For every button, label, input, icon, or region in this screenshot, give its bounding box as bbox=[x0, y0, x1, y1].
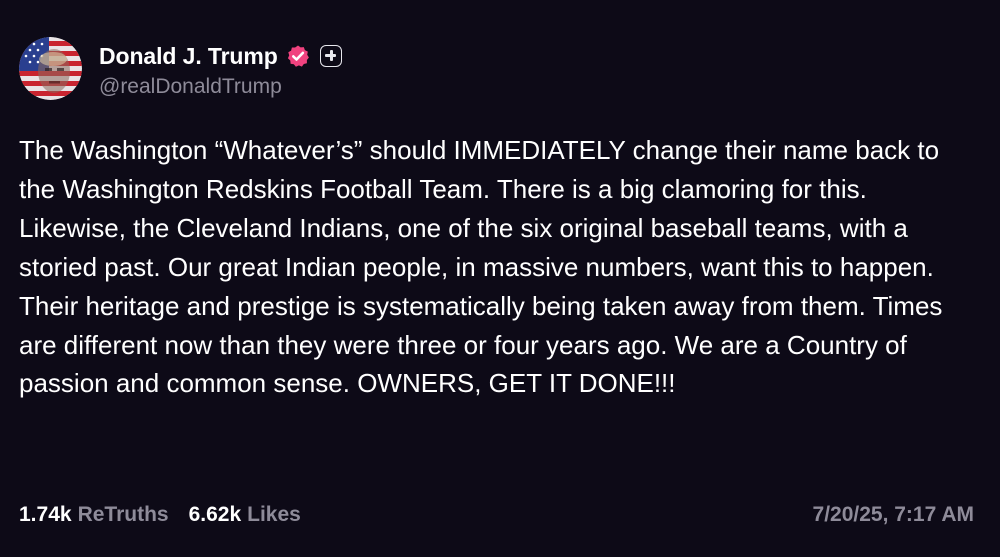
author-display-name[interactable]: Donald J. Trump bbox=[99, 43, 278, 70]
post-body-text: The Washington “Whatever’s” should IMMED… bbox=[19, 135, 943, 399]
post-timestamp[interactable]: 7/20/25, 7:17 AM bbox=[813, 503, 974, 527]
post-stats: 1.74k ReTruths 6.62k Likes bbox=[19, 503, 301, 527]
flag-portrait-avatar-icon bbox=[19, 37, 82, 100]
plus-badge-icon[interactable] bbox=[319, 45, 342, 67]
retruths-count[interactable]: 1.74k bbox=[19, 503, 72, 527]
truth-post-card: Donald J. Trump @realDonaldTrump The Was… bbox=[0, 0, 1000, 557]
likes-count[interactable]: 6.62k bbox=[189, 503, 242, 527]
author-name-row: Donald J. Trump bbox=[99, 41, 342, 71]
likes-label[interactable]: Likes bbox=[247, 503, 301, 527]
author-avatar[interactable] bbox=[19, 37, 82, 100]
verified-badge-icon bbox=[286, 44, 310, 68]
retruths-label[interactable]: ReTruths bbox=[78, 503, 169, 527]
author-handle[interactable]: @realDonaldTrump bbox=[99, 75, 282, 99]
